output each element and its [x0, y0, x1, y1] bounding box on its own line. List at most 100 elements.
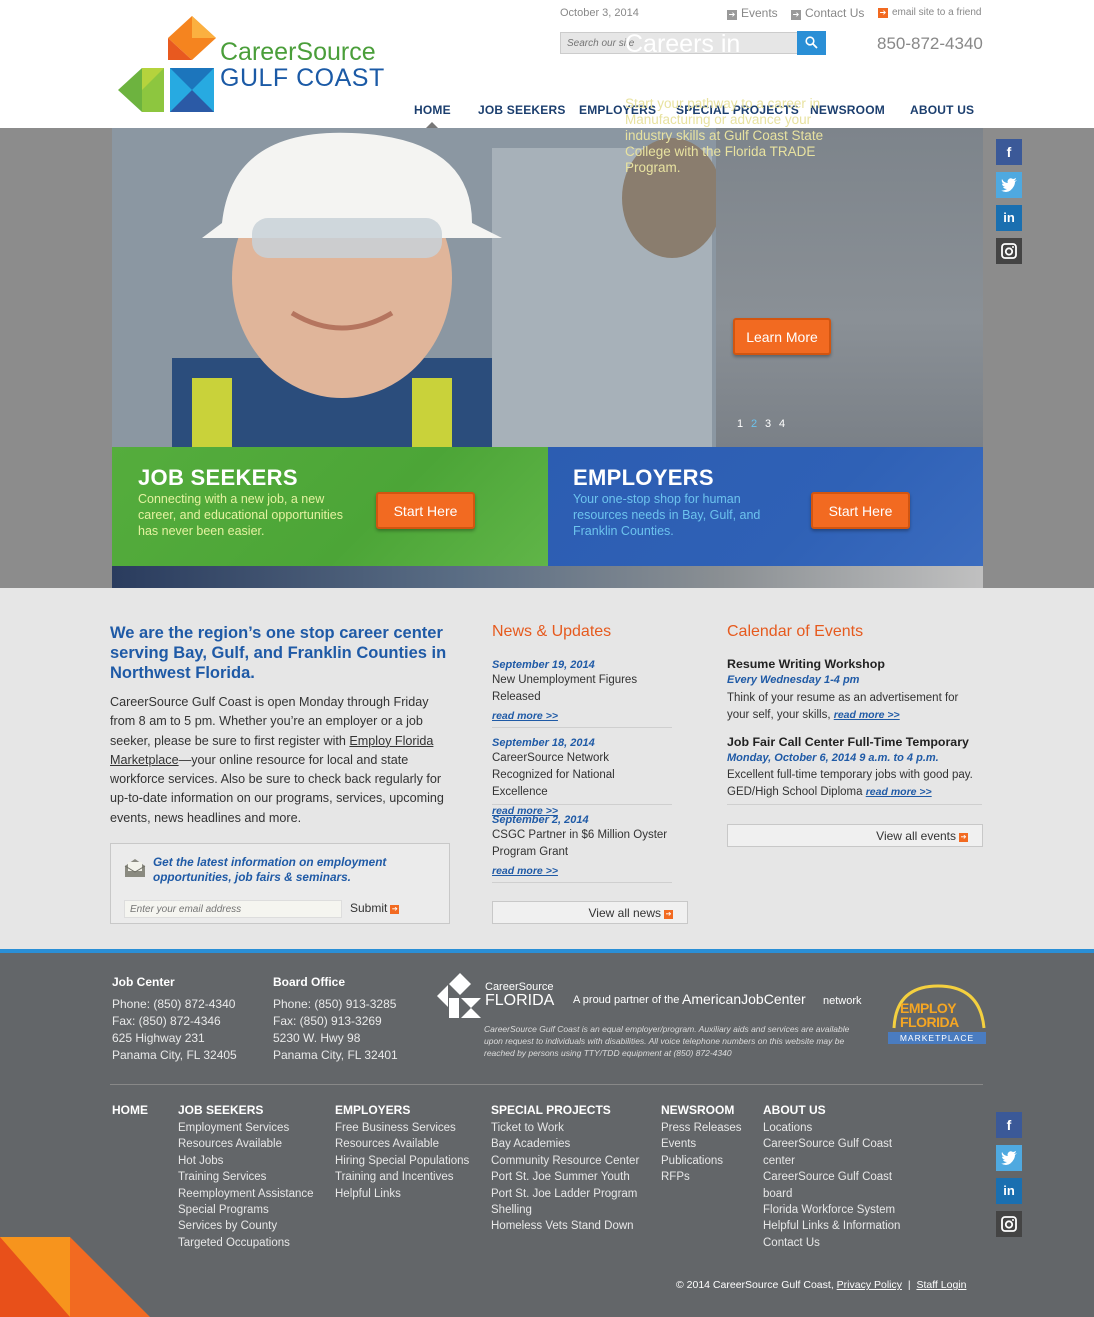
hero-panel — [716, 128, 983, 448]
job-seekers-tile: JOB SEEKERS Connecting with a new job, a… — [112, 447, 548, 566]
footer-link[interactable]: Helpful Links — [335, 1186, 469, 1202]
arrow-icon: ➔ — [390, 905, 400, 914]
footer-link[interactable]: Employment Services — [178, 1120, 314, 1136]
event-title[interactable]: Resume Writing Workshop — [727, 657, 885, 671]
news-title: News & Updates — [492, 623, 612, 640]
news-date: September 2, 2014 — [492, 814, 589, 826]
view-all-news-button[interactable]: View all news ➔ — [492, 901, 688, 924]
view-all-events-button[interactable]: View all events ➔ — [727, 824, 983, 847]
footer-link[interactable]: Contact Us — [763, 1235, 903, 1251]
footer-link[interactable]: Training and Incentives — [335, 1169, 469, 1185]
event-when: Every Wednesday 1-4 pm — [727, 674, 860, 686]
partner-text: A proud partner of the — [573, 994, 680, 1006]
footer-link[interactable]: Events — [661, 1136, 742, 1152]
worker-illustration — [112, 128, 722, 448]
employers-start-button[interactable]: Start Here — [811, 492, 910, 529]
footer-link[interactable]: Community Resource Center — [491, 1153, 639, 1169]
footer-link[interactable]: Reemployment Assistance — [178, 1186, 314, 1202]
efm-line2: FLORIDA — [900, 1014, 959, 1030]
event-description: Think of your resume as an advertisement… — [727, 690, 982, 723]
logo-text-careersource: CareerSource — [220, 38, 376, 66]
learn-more-button[interactable]: Learn More — [733, 318, 831, 355]
footer-nav-home[interactable]: HOME — [112, 1103, 148, 1117]
news-read-more-link[interactable]: read more >> — [492, 710, 558, 722]
slider-page-2[interactable]: 2 — [751, 418, 757, 430]
footer-link[interactable]: Targeted Occupations — [178, 1235, 314, 1251]
job-center-street: 625 Highway 231 — [112, 1031, 205, 1045]
site-header: CareerSource GULF COAST October 3, 2014 … — [0, 0, 1094, 128]
footer-link[interactable]: Training Services — [178, 1169, 314, 1185]
footer-link[interactable]: Special Programs — [178, 1202, 314, 1218]
footer-link[interactable]: Ticket to Work — [491, 1120, 639, 1136]
event-read-more-link[interactable]: read more >> — [866, 786, 932, 798]
copyright-separator: | — [907, 1279, 911, 1291]
contact-us-link[interactable]: ➔ Contact Us — [791, 6, 864, 20]
event-description: Excellent full-time temporary jobs with … — [727, 767, 982, 800]
footer-link[interactable]: Press Releases — [661, 1120, 742, 1136]
footer-link[interactable]: Port St. Joe Summer Youth — [491, 1169, 639, 1185]
event-read-more-link[interactable]: read more >> — [834, 709, 900, 721]
email-signup-box: Get the latest information on employment… — [110, 843, 450, 924]
job-seekers-title: JOB SEEKERS — [138, 465, 298, 490]
linkedin-icon[interactable]: in — [996, 1178, 1022, 1204]
footer-nav-newsroom[interactable]: NEWSROOM — [661, 1103, 734, 1117]
footer-special-projects-links: Ticket to Work Bay Academies Community R… — [491, 1120, 639, 1235]
facebook-icon[interactable]: f — [996, 139, 1022, 165]
twitter-icon[interactable] — [996, 1145, 1022, 1171]
footer-link[interactable]: Bay Academies — [491, 1136, 639, 1152]
email-friend-link[interactable]: ➔ email site to a friend — [878, 7, 982, 18]
email-field[interactable] — [124, 900, 342, 918]
events-title: Calendar of Events — [727, 623, 864, 640]
nav-about-us[interactable]: ABOUT US — [910, 103, 974, 117]
instagram-icon[interactable] — [996, 238, 1022, 264]
linkedin-icon[interactable]: in — [996, 205, 1022, 231]
news-divider — [492, 804, 672, 805]
submit-button[interactable]: Submit ➔ — [350, 901, 400, 915]
events-link[interactable]: ➔ Events — [727, 6, 778, 20]
slider-page-4[interactable]: 4 — [779, 418, 785, 430]
footer-link[interactable]: Florida Workforce System — [763, 1202, 903, 1218]
footer-link[interactable]: Resources Available — [178, 1136, 314, 1152]
nav-job-seekers[interactable]: JOB SEEKERS — [478, 103, 566, 117]
footer-link[interactable]: Homeless Vets Stand Down — [491, 1218, 639, 1234]
footer-link[interactable]: Publications — [661, 1153, 742, 1169]
logo-text-gulfcoast: GULF COAST — [220, 64, 385, 92]
footer-nav-employers[interactable]: EMPLOYERS — [335, 1103, 410, 1117]
job-center-phone: Phone: (850) 872-4340 — [112, 997, 236, 1011]
footer-link[interactable]: Locations — [763, 1120, 903, 1136]
footer-link[interactable]: Hot Jobs — [178, 1153, 314, 1169]
footer-link[interactable]: Port St. Joe Ladder Program — [491, 1186, 639, 1202]
footer-link[interactable]: Resources Available — [335, 1136, 469, 1152]
slider-page-3[interactable]: 3 — [765, 418, 771, 430]
careersource-florida-logo[interactable]: CareerSource FLORIDA — [437, 971, 567, 1021]
employ-florida-marketplace-logo[interactable]: EMPLOY FLORIDA MARKETPLACE — [886, 982, 986, 1046]
event-title[interactable]: Job Fair Call Center Full-Time Temporary — [727, 735, 969, 749]
news-item: September 19, 2014 New Unemployment Figu… — [492, 659, 672, 724]
footer-nav-special-projects[interactable]: SPECIAL PROJECTS — [491, 1103, 611, 1117]
news-text: CSGC Partner in $6 Million Oyster Progra… — [492, 829, 668, 858]
footer-link[interactable]: CareerSource Gulf Coast board — [763, 1169, 903, 1202]
footer-nav-about-us[interactable]: ABOUT US — [763, 1103, 826, 1117]
footer-link[interactable]: Services by County — [178, 1218, 314, 1234]
employers-tile: EMPLOYERS Your one-stop shop for human r… — [548, 447, 983, 566]
twitter-icon[interactable] — [996, 172, 1022, 198]
slider-page-1[interactable]: 1 — [737, 418, 743, 430]
footer-link[interactable]: Hiring Special Populations — [335, 1153, 469, 1169]
footer-link[interactable]: CareerSource Gulf Coast center — [763, 1136, 903, 1169]
instagram-icon[interactable] — [996, 1211, 1022, 1237]
job-seekers-text: Connecting with a new job, a new career,… — [138, 492, 344, 538]
events-divider — [727, 804, 982, 805]
footer-link[interactable]: Free Business Services — [335, 1120, 469, 1136]
email-friend-link-label: email site to a friend — [892, 7, 982, 18]
footer-nav-job-seekers[interactable]: JOB SEEKERS — [178, 1103, 263, 1117]
nav-home[interactable]: HOME — [414, 103, 451, 117]
board-office-heading: Board Office — [273, 975, 346, 989]
staff-login-link[interactable]: Staff Login — [916, 1279, 966, 1291]
news-read-more-link[interactable]: read more >> — [492, 865, 558, 877]
privacy-policy-link[interactable]: Privacy Policy — [837, 1279, 902, 1291]
facebook-icon[interactable]: f — [996, 1112, 1022, 1138]
footer-link[interactable]: RFPs — [661, 1169, 742, 1185]
job-seekers-start-button[interactable]: Start Here — [376, 492, 475, 529]
footer-link[interactable]: Shelling — [491, 1202, 639, 1218]
footer-link[interactable]: Helpful Links & Information — [763, 1218, 903, 1234]
